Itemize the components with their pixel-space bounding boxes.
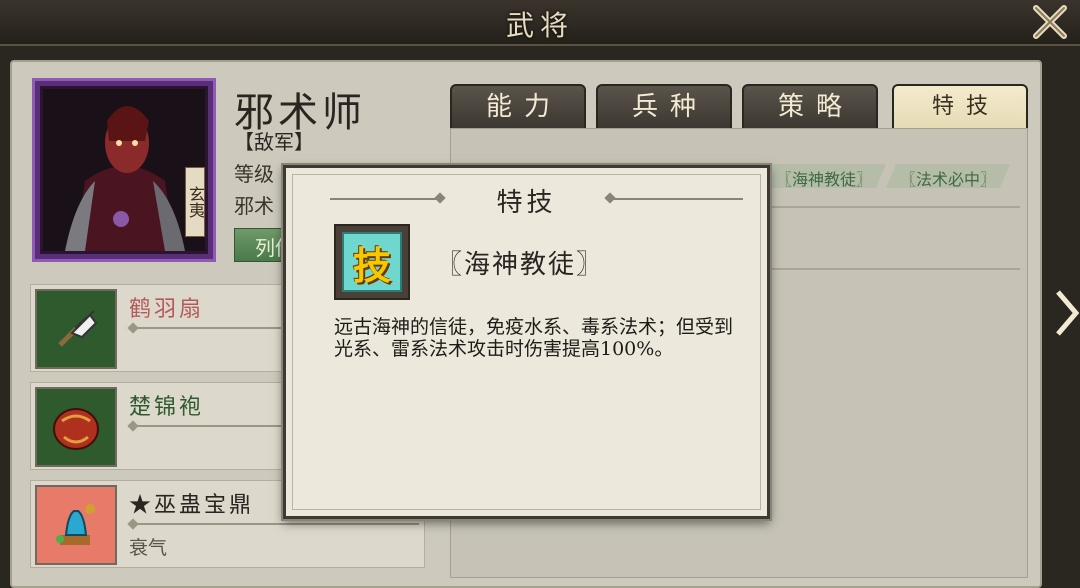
- equipment-divider: [129, 523, 419, 525]
- skill-glyph-icon: 技: [342, 232, 402, 292]
- skill-icon: 技: [334, 224, 410, 300]
- close-button[interactable]: [1028, 2, 1072, 42]
- chevron-right-icon: [1056, 290, 1080, 336]
- tab-skill[interactable]: 特技: [892, 84, 1028, 130]
- cauldron-icon: [35, 485, 117, 565]
- skill-chip[interactable]: 〖海神教徒〗: [762, 164, 886, 188]
- popup-title: 特技: [496, 188, 557, 218]
- close-icon: [1033, 5, 1067, 39]
- robe-icon: [35, 387, 117, 467]
- skill-chip[interactable]: 〖法术必中〗: [886, 164, 1010, 188]
- page-title: 武将: [505, 9, 574, 42]
- next-page-button[interactable]: [1054, 288, 1080, 338]
- faction-tag: 玄夷: [185, 167, 205, 237]
- tab-ability[interactable]: 能力: [450, 84, 586, 130]
- level-label: 等级: [234, 162, 274, 186]
- popup-skill-name: 〖海神教徒〗: [436, 250, 605, 280]
- tab-strategy[interactable]: 策略: [742, 84, 878, 130]
- equipment-name: ★巫蛊宝鼎: [129, 493, 255, 518]
- title-ornament: [608, 198, 743, 200]
- equipment-name: 楚锦袍: [129, 395, 205, 420]
- feather-fan-icon: [35, 289, 117, 369]
- popup-skill-description: 远古海神的信徒，免疫水系、毒系法术；但受到光系、雷系法术攻击时伤害提高100%。: [334, 316, 734, 360]
- equipment-status: 衰气: [129, 537, 168, 559]
- general-portrait: 玄夷: [32, 78, 216, 262]
- equipment-name: 鹤羽扇: [129, 297, 205, 322]
- tab-troop[interactable]: 兵种: [596, 84, 732, 130]
- class-label: 邪术: [234, 194, 274, 218]
- title-bar: 武将: [0, 0, 1080, 46]
- title-ornament: [330, 198, 442, 200]
- general-faction: 【敌军】: [234, 130, 314, 154]
